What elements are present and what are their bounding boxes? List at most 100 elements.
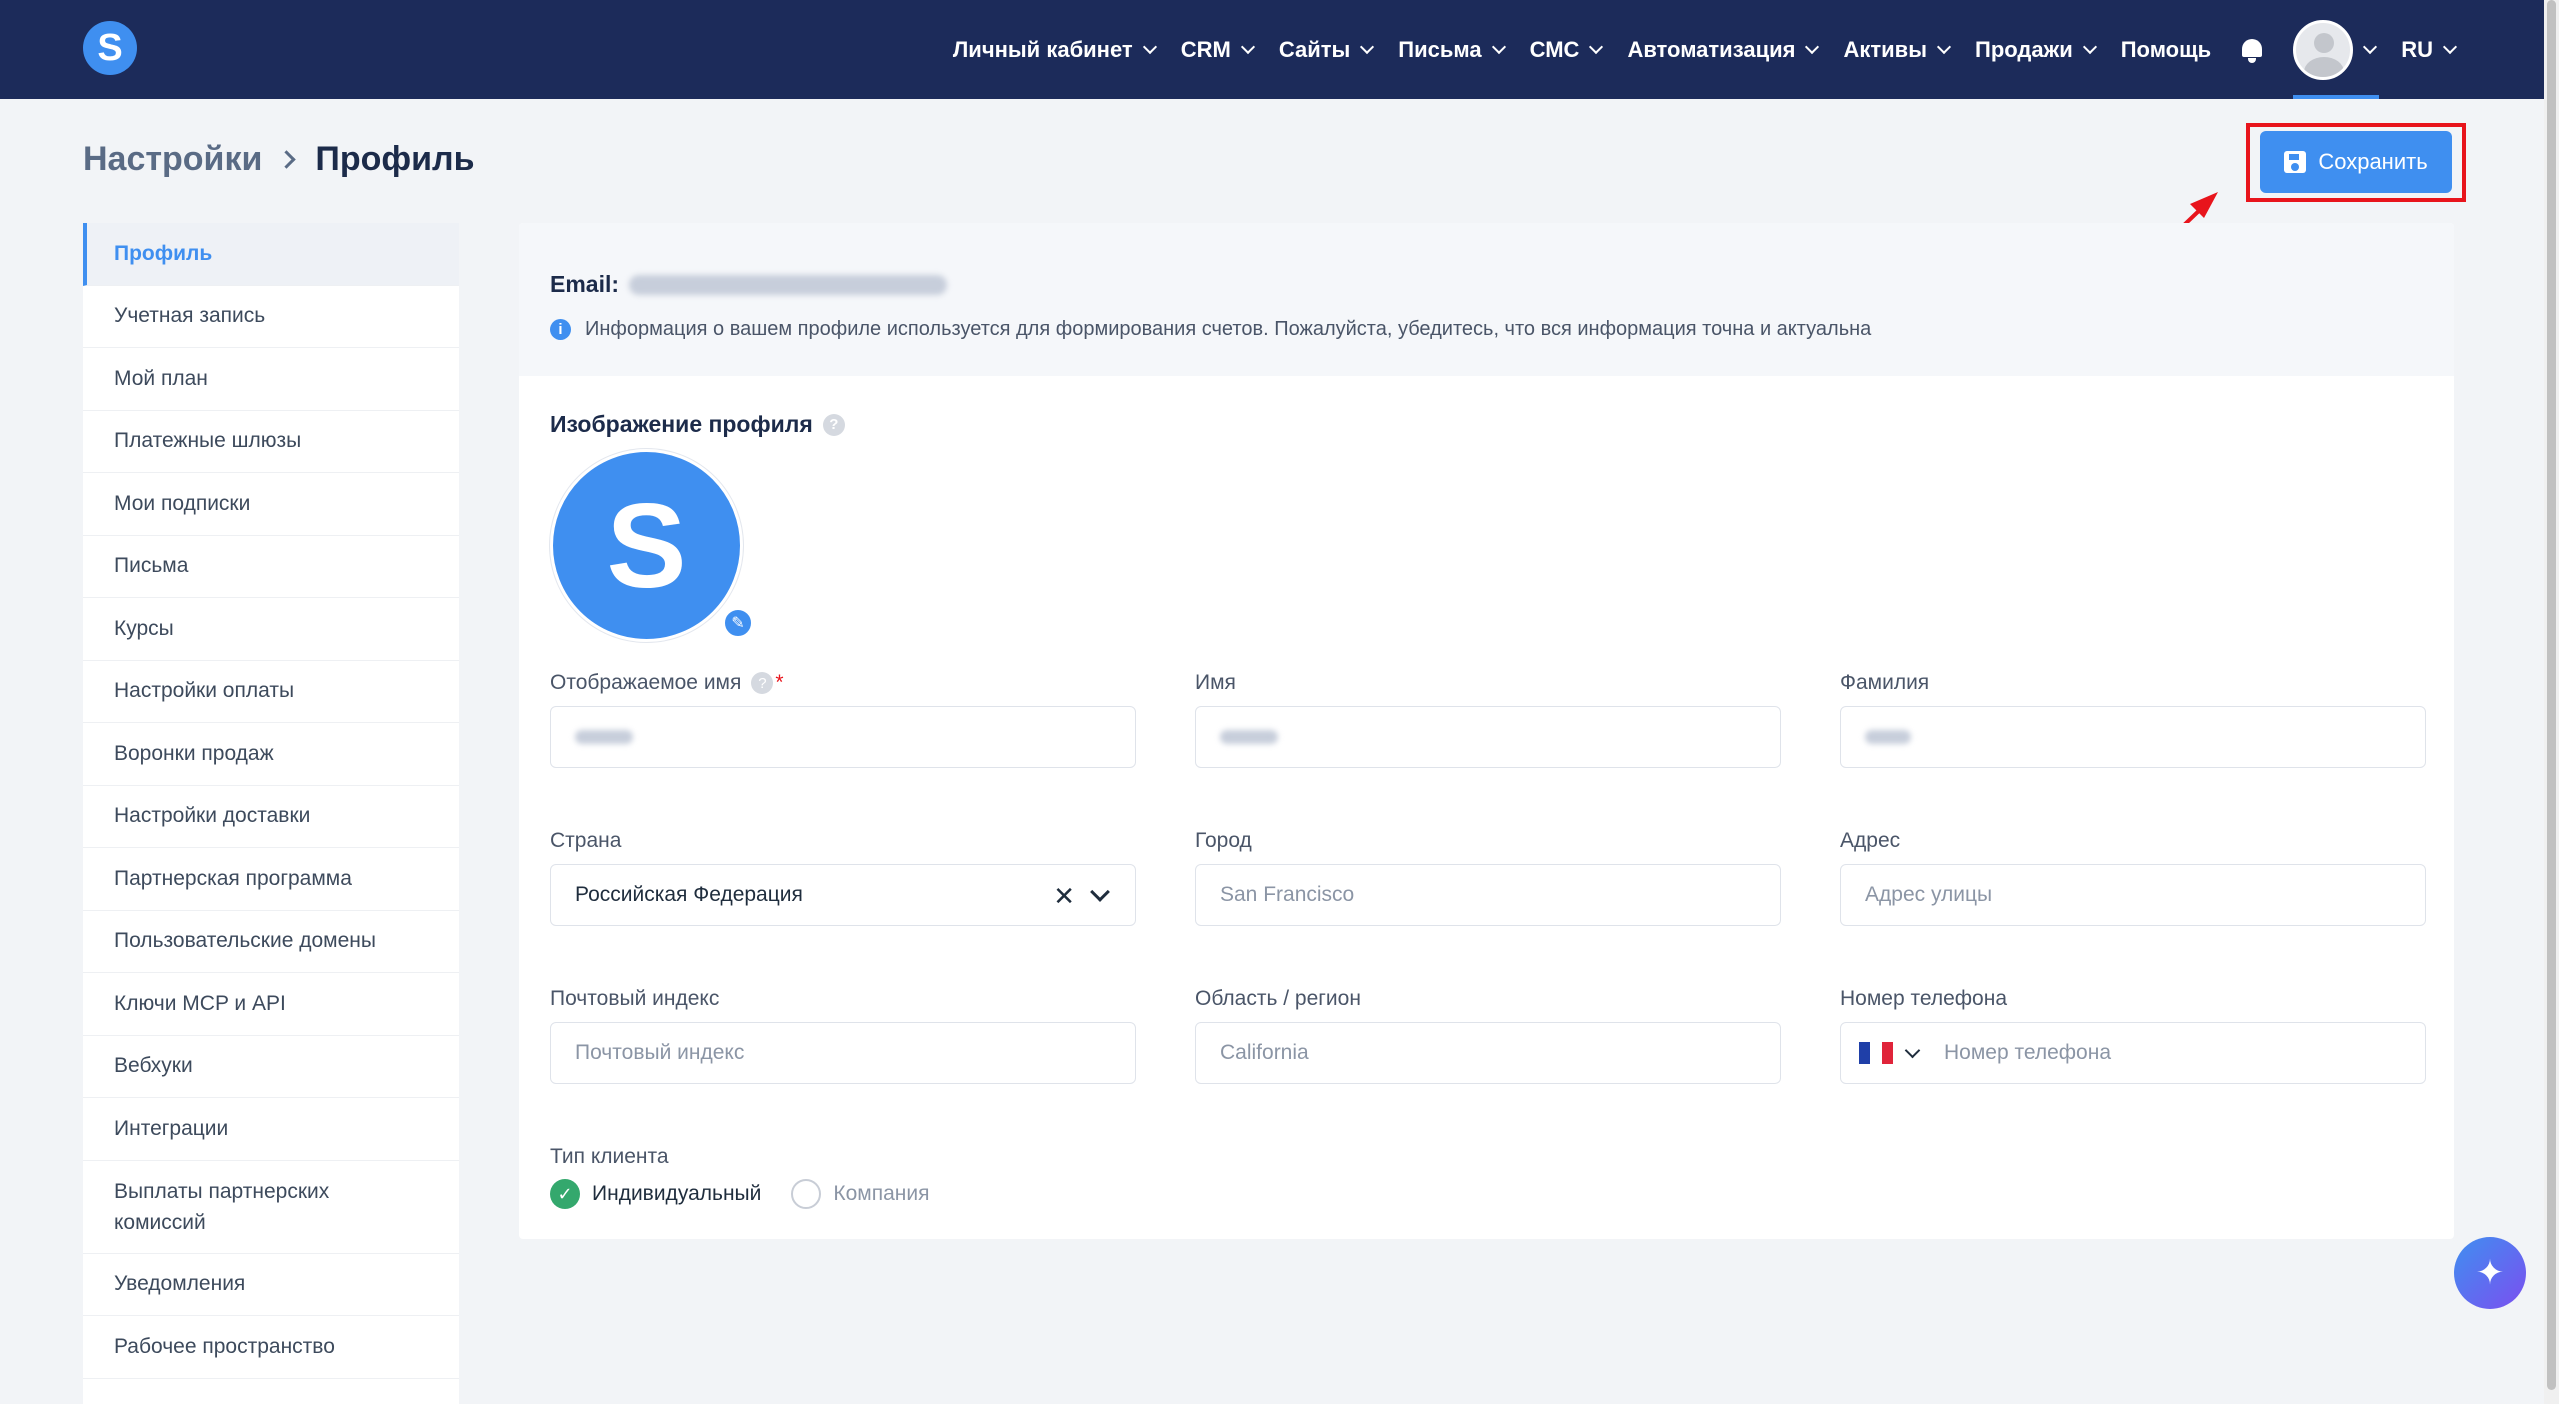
scrollbar-thumb[interactable] — [2547, 0, 2556, 1390]
language-label: RU — [2401, 36, 2433, 62]
sidebar-item-api-keys[interactable]: Ключи MCP и API — [83, 973, 459, 1036]
app-logo[interactable]: S — [83, 21, 137, 75]
region-label: Область / регион — [1195, 987, 1361, 1011]
nav-item-sms[interactable]: СМС — [1530, 37, 1604, 63]
client-type-label: Тип клиента — [550, 1145, 669, 1169]
sidebar-item-workspace[interactable]: Рабочее пространство — [83, 1316, 459, 1379]
sidebar-item-custom-domains[interactable]: Пользовательские домены — [83, 911, 459, 973]
sidebar-item-label: Выплаты партнерских комиссий — [114, 1179, 330, 1234]
postal-code-field[interactable]: Почтовый индекс — [550, 1022, 1136, 1084]
section-title-text: Изображение профиля — [550, 411, 813, 437]
sparkle-icon[interactable]: ✦ — [2454, 1237, 2526, 1309]
profile-card: Email: i Информация о вашем профиле испо… — [519, 223, 2454, 1239]
user-avatar-icon[interactable] — [2293, 19, 2354, 80]
sidebar-item-profile[interactable]: Профиль — [83, 223, 459, 286]
nav-label: Помощь — [2120, 36, 2212, 62]
chevron-down-icon — [1360, 39, 1375, 54]
nav-item-sites[interactable]: Сайты — [1278, 36, 1375, 63]
info-text: Информация о вашем профиле используется … — [585, 318, 1872, 340]
display-name-label: Отображаемое имя ? * — [550, 671, 784, 695]
sidebar-item-affiliate-program[interactable]: Партнерская программа — [83, 848, 459, 911]
phone-field[interactable]: Номер телефона — [1840, 1022, 2426, 1084]
edit-pencil-icon[interactable]: ✎ — [722, 607, 754, 639]
field-placeholder: Почтовый индекс — [575, 1041, 745, 1064]
save-button[interactable]: Сохранить — [2260, 131, 2452, 193]
city-label: Город — [1195, 829, 1252, 853]
sidebar-item-label: Учетная запись — [114, 304, 266, 328]
help-icon[interactable]: ? — [751, 672, 774, 694]
settings-sidebar: Профиль Учетная запись Мой план Платежны… — [83, 223, 459, 1404]
sidebar-item-delivery-settings[interactable]: Настройки доставки — [83, 786, 459, 848]
first-name-field[interactable] — [1195, 706, 1781, 768]
region-field[interactable]: California — [1195, 1022, 1781, 1084]
sidebar-item-my-plan[interactable]: Мой план — [83, 348, 459, 411]
nav-item-assets[interactable]: Активы — [1843, 36, 1952, 63]
field-placeholder: San Francisco — [1220, 883, 1355, 906]
chevron-down-icon[interactable] — [1904, 1042, 1921, 1058]
user-menu[interactable] — [2293, 0, 2380, 99]
nav-item-emails[interactable]: Письма — [1398, 36, 1506, 63]
radio-individual-label[interactable]: Индивидуальный — [592, 1182, 761, 1206]
radio-company-label[interactable]: Компания — [833, 1182, 929, 1206]
last-name-label: Фамилия — [1840, 671, 1929, 695]
city-field[interactable]: San Francisco — [1195, 864, 1781, 926]
label-text: Адрес — [1840, 829, 1901, 852]
sidebar-item-account[interactable]: Учетная запись — [83, 286, 459, 348]
france-flag-icon[interactable] — [1859, 1042, 1893, 1064]
sidebar-item-courses[interactable]: Курсы — [83, 598, 459, 661]
breadcrumb-parent[interactable]: Настройки — [83, 140, 262, 179]
sidebar-item-label: Курсы — [114, 616, 174, 640]
sidebar-item-label: Мои подписки — [114, 491, 251, 515]
country-value: Российская Федерация — [575, 883, 803, 906]
sidebar-item-label: Партнерская программа — [114, 866, 352, 890]
nav-item-sales[interactable]: Продажи — [1975, 37, 2097, 63]
sidebar-item-emails[interactable]: Письма — [83, 536, 459, 598]
chevron-down-icon — [1240, 39, 1255, 54]
radio-individual-checked[interactable]: ✓ — [550, 1179, 580, 1209]
email-label: Email: — [550, 271, 620, 297]
nav-item-personal-cabinet[interactable]: Личный кабинет — [953, 37, 1157, 63]
profile-image-letter: S — [606, 478, 687, 613]
redacted-value — [1220, 730, 1278, 744]
nav-item-crm[interactable]: CRM — [1181, 37, 1255, 63]
close-icon[interactable]: ✕ — [1053, 881, 1075, 912]
chevron-down-icon — [1936, 39, 1952, 54]
radio-company[interactable] — [791, 1179, 822, 1209]
sidebar-item-label: Воронки продаж — [114, 741, 274, 765]
top-navigation-bar: S Личный кабинет CRM Сайты Письма СМС Ав… — [0, 0, 2544, 99]
sidebar-item-payment-settings[interactable]: Настройки оплаты — [83, 661, 459, 723]
help-icon[interactable]: ? — [822, 413, 845, 436]
label-text: Почтовый индекс — [550, 987, 720, 1010]
chevron-down-icon — [2442, 39, 2458, 54]
sidebar-item-label: Рабочее пространство — [114, 1334, 335, 1358]
address-field[interactable]: Адрес улицы — [1840, 864, 2426, 926]
last-name-field[interactable] — [1840, 706, 2426, 768]
sidebar-item-affiliate-payouts[interactable]: Выплаты партнерских комиссий — [83, 1161, 459, 1254]
nav-item-automation[interactable]: Автоматизация — [1627, 37, 1820, 63]
sidebar-item-integrations[interactable]: Интеграции — [83, 1098, 459, 1161]
chevron-down-icon — [1491, 39, 1506, 54]
chevron-down-icon — [1805, 39, 1820, 54]
sidebar-item-notifications[interactable]: Уведомления — [83, 1254, 459, 1316]
bell-icon[interactable] — [2241, 37, 2263, 63]
field-placeholder: Адрес улицы — [1865, 883, 1993, 906]
country-select[interactable]: Российская Федерация ✕ — [550, 864, 1136, 926]
redacted-value — [1865, 730, 1911, 744]
display-name-field[interactable] — [550, 706, 1136, 768]
sidebar-item-webhooks[interactable]: Вебхуки — [83, 1036, 459, 1098]
language-selector[interactable]: RU — [2401, 36, 2458, 63]
page-scrollbar[interactable] — [2544, 0, 2559, 1404]
field-placeholder: Номер телефона — [1944, 1041, 2112, 1064]
nav-label: Сайты — [1278, 36, 1351, 62]
nav-label: Активы — [1843, 36, 1927, 62]
sidebar-item-sales-funnels[interactable]: Воронки продаж — [83, 723, 459, 786]
nav-item-help[interactable]: Помощь — [2121, 37, 2211, 63]
sidebar-item-subscriptions[interactable]: Мои подписки — [83, 473, 459, 536]
nav-label: Письма — [1398, 36, 1482, 62]
sidebar-item-payment-gateways[interactable]: Платежные шлюзы — [83, 411, 459, 473]
label-text: Отображаемое имя — [550, 671, 742, 694]
email-row: Email: — [550, 271, 948, 298]
chevron-down-icon[interactable] — [1090, 882, 1110, 902]
profile-image: S — [550, 449, 743, 642]
field-placeholder: California — [1220, 1041, 1309, 1064]
